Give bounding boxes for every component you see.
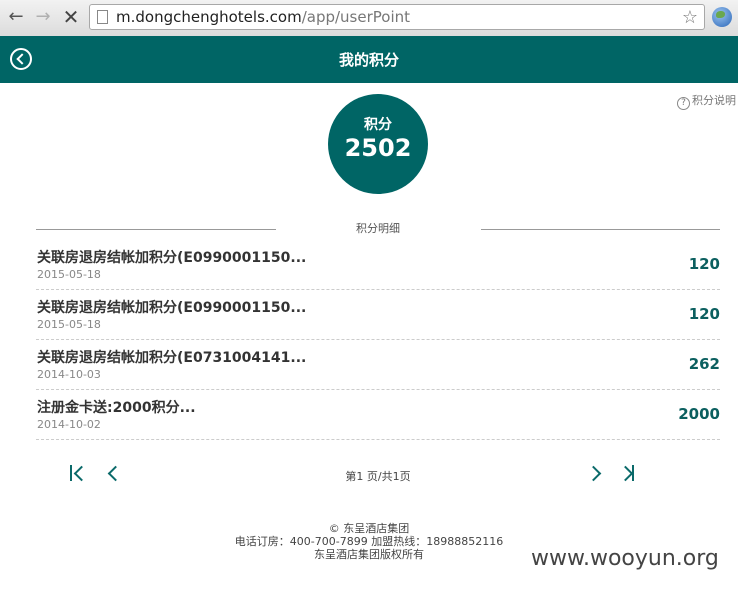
record-points: 262	[688, 355, 720, 373]
record-title: 注册金卡送:2000积分...	[37, 400, 196, 416]
points-help-link[interactable]: ? 积分说明	[677, 92, 736, 110]
points-value: 2502	[344, 134, 412, 162]
points-record-list: 关联房退房结帐加积分(E0990001150... 2015-05-18 120…	[36, 240, 720, 440]
detail-heading: 积分明细	[356, 222, 400, 235]
record-title: 关联房退房结帐加积分(E0731004141...	[37, 350, 307, 366]
bookmark-star-icon[interactable]: ☆	[682, 7, 698, 28]
globe-icon[interactable]	[712, 7, 732, 27]
question-icon: ?	[677, 97, 690, 110]
points-help-label: 积分说明	[692, 94, 736, 107]
last-page-icon[interactable]	[617, 462, 640, 484]
footer-copyright: © 东呈酒店集团	[328, 522, 410, 535]
record-title: 关联房退房结帐加积分(E0990001150...	[37, 250, 307, 266]
record-points: 120	[688, 305, 720, 323]
list-item: 关联房退房结帐加积分(E0731004141... 2014-10-03 262	[36, 340, 720, 390]
list-item: 关联房退房结帐加积分(E0990001150... 2015-05-18 120	[36, 290, 720, 340]
record-date: 2014-10-03	[37, 368, 101, 381]
record-date: 2015-05-18	[37, 268, 101, 281]
record-points: 120	[688, 255, 720, 273]
page-title: 我的积分	[338, 51, 399, 69]
record-date: 2014-10-02	[37, 418, 101, 431]
page-info: 第1 页/共1页	[345, 470, 411, 483]
address-text[interactable]: m.dongchenghotels.com/app/userPoint	[116, 8, 410, 26]
record-date: 2015-05-18	[37, 318, 101, 331]
watermark: www.wooyun.org	[531, 546, 719, 571]
record-points: 2000	[678, 405, 720, 423]
points-badge: 积分 2502	[328, 94, 428, 194]
divider-line	[481, 229, 720, 230]
browser-stop-icon[interactable]: ✕	[61, 7, 81, 27]
browser-forward-icon[interactable]: →	[33, 7, 53, 27]
points-label: 积分	[364, 117, 392, 133]
browser-toolbar: ← → ✕ m.dongchenghotels.com/app/userPoin…	[0, 0, 738, 37]
record-title: 关联房退房结帐加积分(E0990001150...	[37, 300, 307, 316]
detail-divider: 积分明细	[36, 220, 720, 235]
next-page-icon[interactable]	[585, 462, 604, 484]
page-icon	[97, 10, 108, 24]
list-item: 注册金卡送:2000积分... 2014-10-02 2000	[36, 390, 720, 440]
app-header: 我的积分	[0, 36, 738, 83]
list-item: 关联房退房结帐加积分(E0990001150... 2015-05-18 120	[36, 240, 720, 290]
address-bar[interactable]: m.dongchenghotels.com/app/userPoint ☆	[89, 4, 705, 30]
pagination: 第1 页/共1页	[36, 460, 720, 488]
browser-back-icon[interactable]: ←	[6, 7, 26, 27]
